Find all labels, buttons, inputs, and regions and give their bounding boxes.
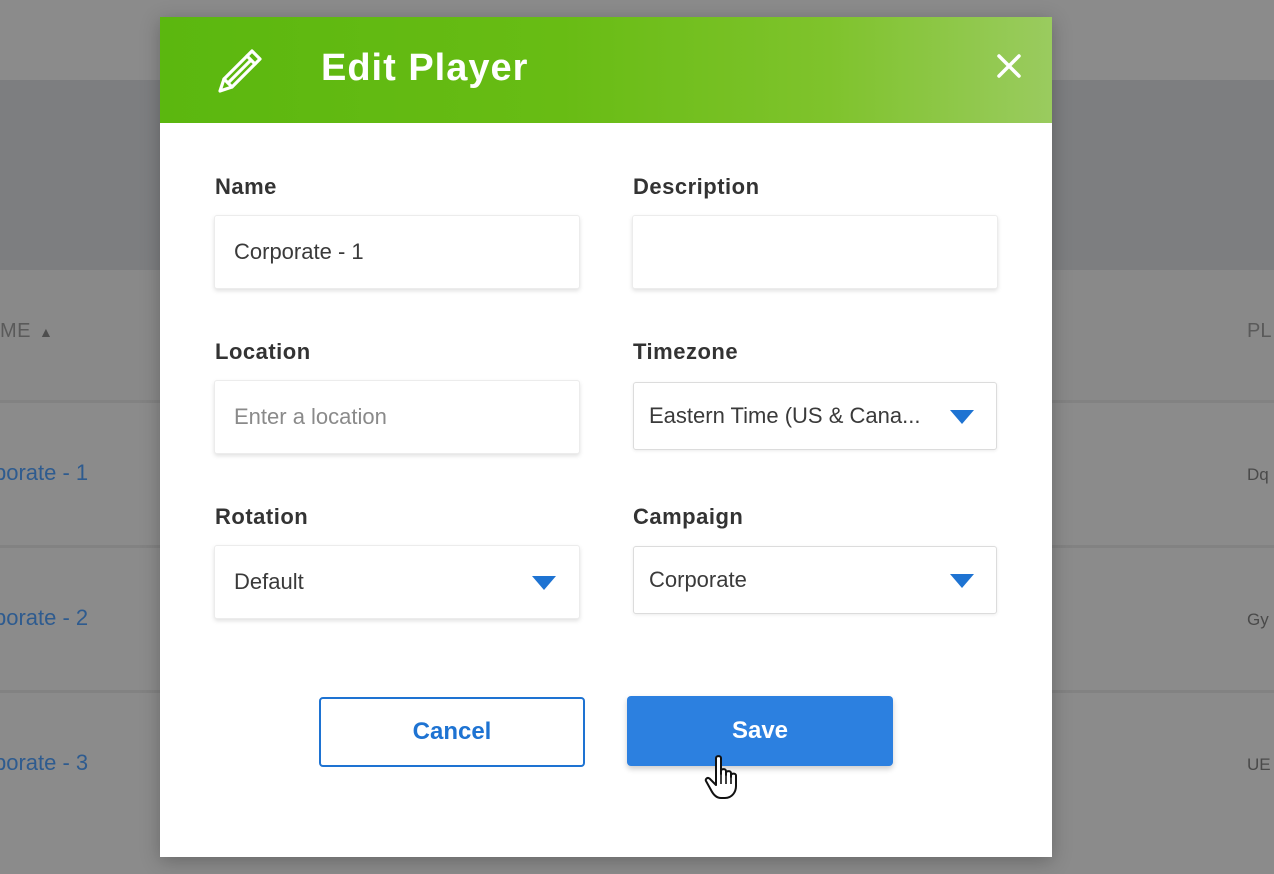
player-code: UE <box>1247 755 1271 774</box>
description-label: Description <box>633 174 760 199</box>
player-code: Gy <box>1247 610 1269 629</box>
chevron-down-icon <box>532 576 556 590</box>
timezone-select-value: Eastern Time (US & Cana... <box>649 403 921 428</box>
location-field[interactable]: Enter a location <box>214 380 580 454</box>
edit-player-dialog: Edit Player Name Corporate - 1 Descripti… <box>160 17 1052 857</box>
dialog-title: Edit Player <box>321 47 529 89</box>
campaign-select-value: Corporate <box>649 567 747 592</box>
chevron-down-icon <box>950 410 974 424</box>
rotation-select-value: Default <box>234 569 304 594</box>
name-label: Name <box>215 174 277 199</box>
campaign-label: Campaign <box>633 504 744 529</box>
rotation-select[interactable]: Default <box>214 545 580 619</box>
player-link[interactable]: porate - 3 <box>0 750 88 776</box>
location-field-placeholder: Enter a location <box>234 404 387 429</box>
player-link[interactable]: porate - 1 <box>0 460 88 486</box>
dialog-header: Edit Player <box>160 17 1052 123</box>
column-header-name[interactable]: ME ▲︎ <box>0 320 53 343</box>
column-header-name-label: ME <box>0 320 31 342</box>
rotation-label: Rotation <box>215 504 309 529</box>
timezone-label: Timezone <box>633 339 739 364</box>
save-button[interactable]: Save <box>627 696 893 766</box>
close-icon[interactable] <box>994 51 1024 81</box>
column-header-pl: PL <box>1247 320 1272 342</box>
location-label: Location <box>215 339 311 364</box>
campaign-select[interactable]: Corporate <box>633 546 997 614</box>
description-field[interactable] <box>632 215 998 289</box>
chevron-down-icon <box>950 574 974 588</box>
name-field-value: Corporate - 1 <box>234 239 364 264</box>
timezone-select[interactable]: Eastern Time (US & Cana... <box>633 382 997 450</box>
hand-cursor-icon <box>704 755 737 799</box>
cancel-button[interactable]: Cancel <box>319 697 585 767</box>
pencil-icon <box>218 49 262 93</box>
player-link[interactable]: porate - 2 <box>0 605 88 631</box>
sort-icon: ▲︎ <box>39 324 54 340</box>
player-code: Dq <box>1247 465 1269 484</box>
name-field[interactable]: Corporate - 1 <box>214 215 580 289</box>
